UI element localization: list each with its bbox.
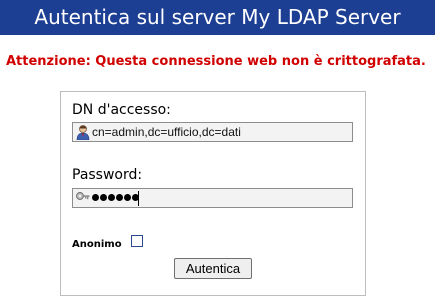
dn-label: DN d'accesso: [72, 102, 171, 118]
dn-value: cn=admin,dc=ufficio,dc=dati [92, 125, 241, 139]
password-label: Password: [72, 167, 143, 183]
password-input[interactable] [72, 188, 353, 208]
password-dot [92, 194, 99, 201]
password-mask [92, 194, 139, 203]
submit-button[interactable]: Autentica [174, 258, 252, 279]
password-dot [124, 194, 131, 201]
text-caret [138, 191, 139, 206]
page-title: Autentica sul server My LDAP Server [0, 0, 435, 35]
key-icon [75, 190, 91, 206]
dn-input[interactable]: cn=admin,dc=ufficio,dc=dati [72, 122, 353, 142]
anonymous-label: Anonimo [72, 239, 122, 250]
user-icon [75, 124, 91, 141]
password-dot [100, 194, 107, 201]
password-dot [116, 194, 123, 201]
login-form: DN d'accesso: cn=admin,dc=ufficio,dc=dat… [60, 91, 366, 296]
security-warning: Attenzione: Questa connessione web non è… [6, 54, 426, 69]
anonymous-checkbox[interactable] [131, 235, 143, 247]
password-dot [108, 194, 115, 201]
